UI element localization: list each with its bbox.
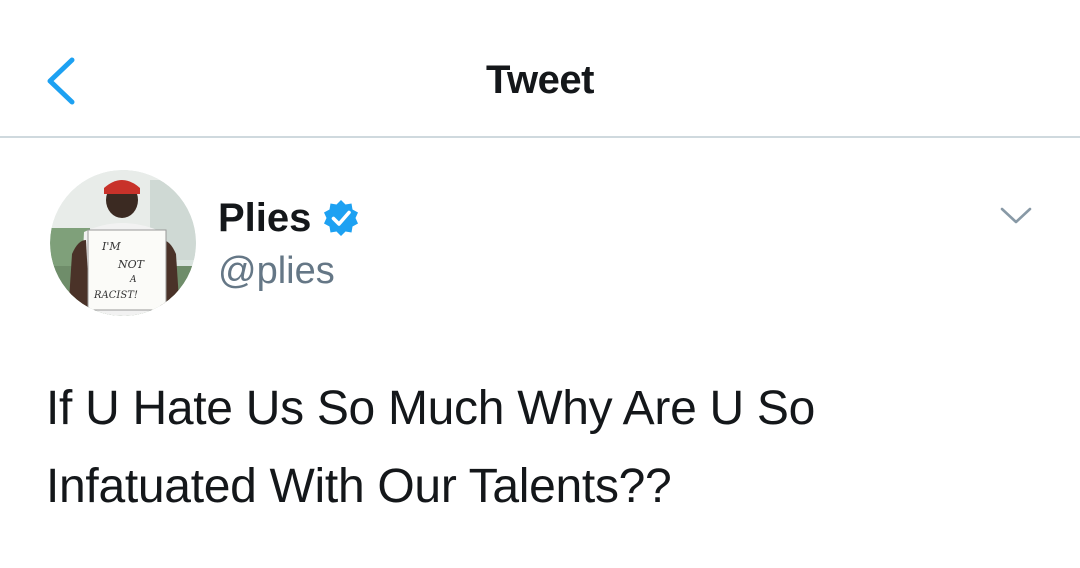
tweet-text: If U Hate Us So Much Why Are U So Infatu… — [46, 382, 816, 513]
verified-badge-icon — [324, 200, 359, 236]
author-name[interactable]: Plies — [218, 194, 311, 242]
avatar-sign-line-4: RACIST! — [93, 290, 138, 301]
chevron-down-icon[interactable] — [994, 198, 1038, 234]
nav-bar: Tweet — [0, 0, 1080, 138]
author-handle[interactable]: @plies — [218, 248, 335, 294]
avatar-sign-line-3: A — [129, 275, 137, 285]
avatar-sign-line-1: I'M — [101, 240, 121, 253]
page-title: Tweet — [486, 58, 594, 102]
tweet-header: I'M NOT A RACIST! Plies @plies — [0, 138, 1080, 338]
avatar-sign-line-2: NOT — [117, 258, 146, 271]
author-name-row: Plies — [218, 192, 361, 244]
tweet-detail-screen: Tweet I'M NOT A RACIST! Plies @plies If … — [0, 0, 1080, 568]
avatar[interactable]: I'M NOT A RACIST! — [50, 170, 196, 316]
